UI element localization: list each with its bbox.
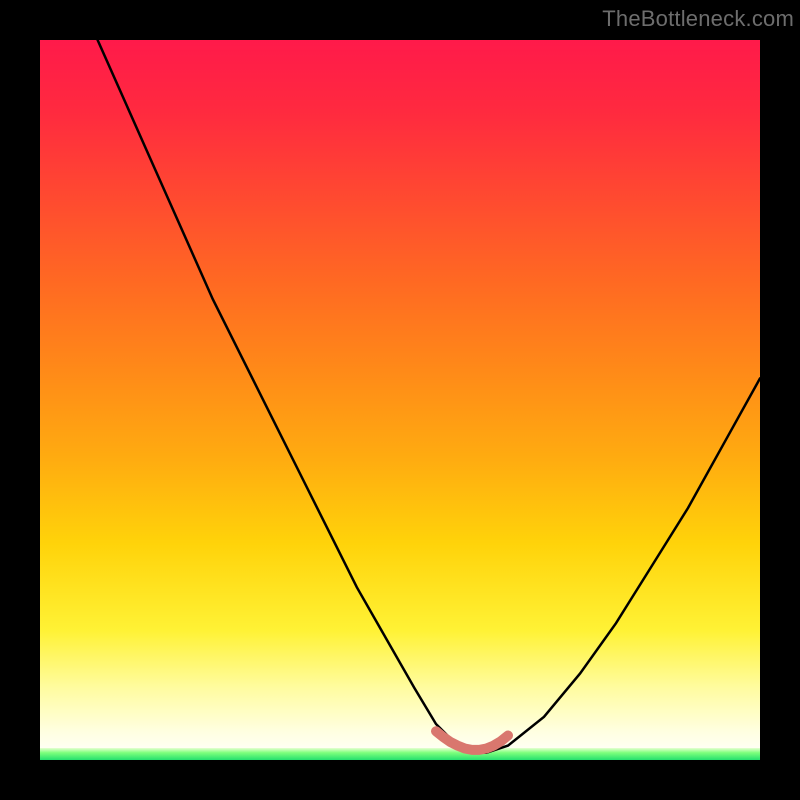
curve-layer [40, 40, 760, 760]
chart-frame: TheBottleneck.com [0, 0, 800, 800]
green-baseline-strip [40, 748, 760, 760]
watermark-text: TheBottleneck.com [602, 6, 794, 32]
plot-area [40, 40, 760, 760]
bottleneck-curve [98, 40, 760, 753]
